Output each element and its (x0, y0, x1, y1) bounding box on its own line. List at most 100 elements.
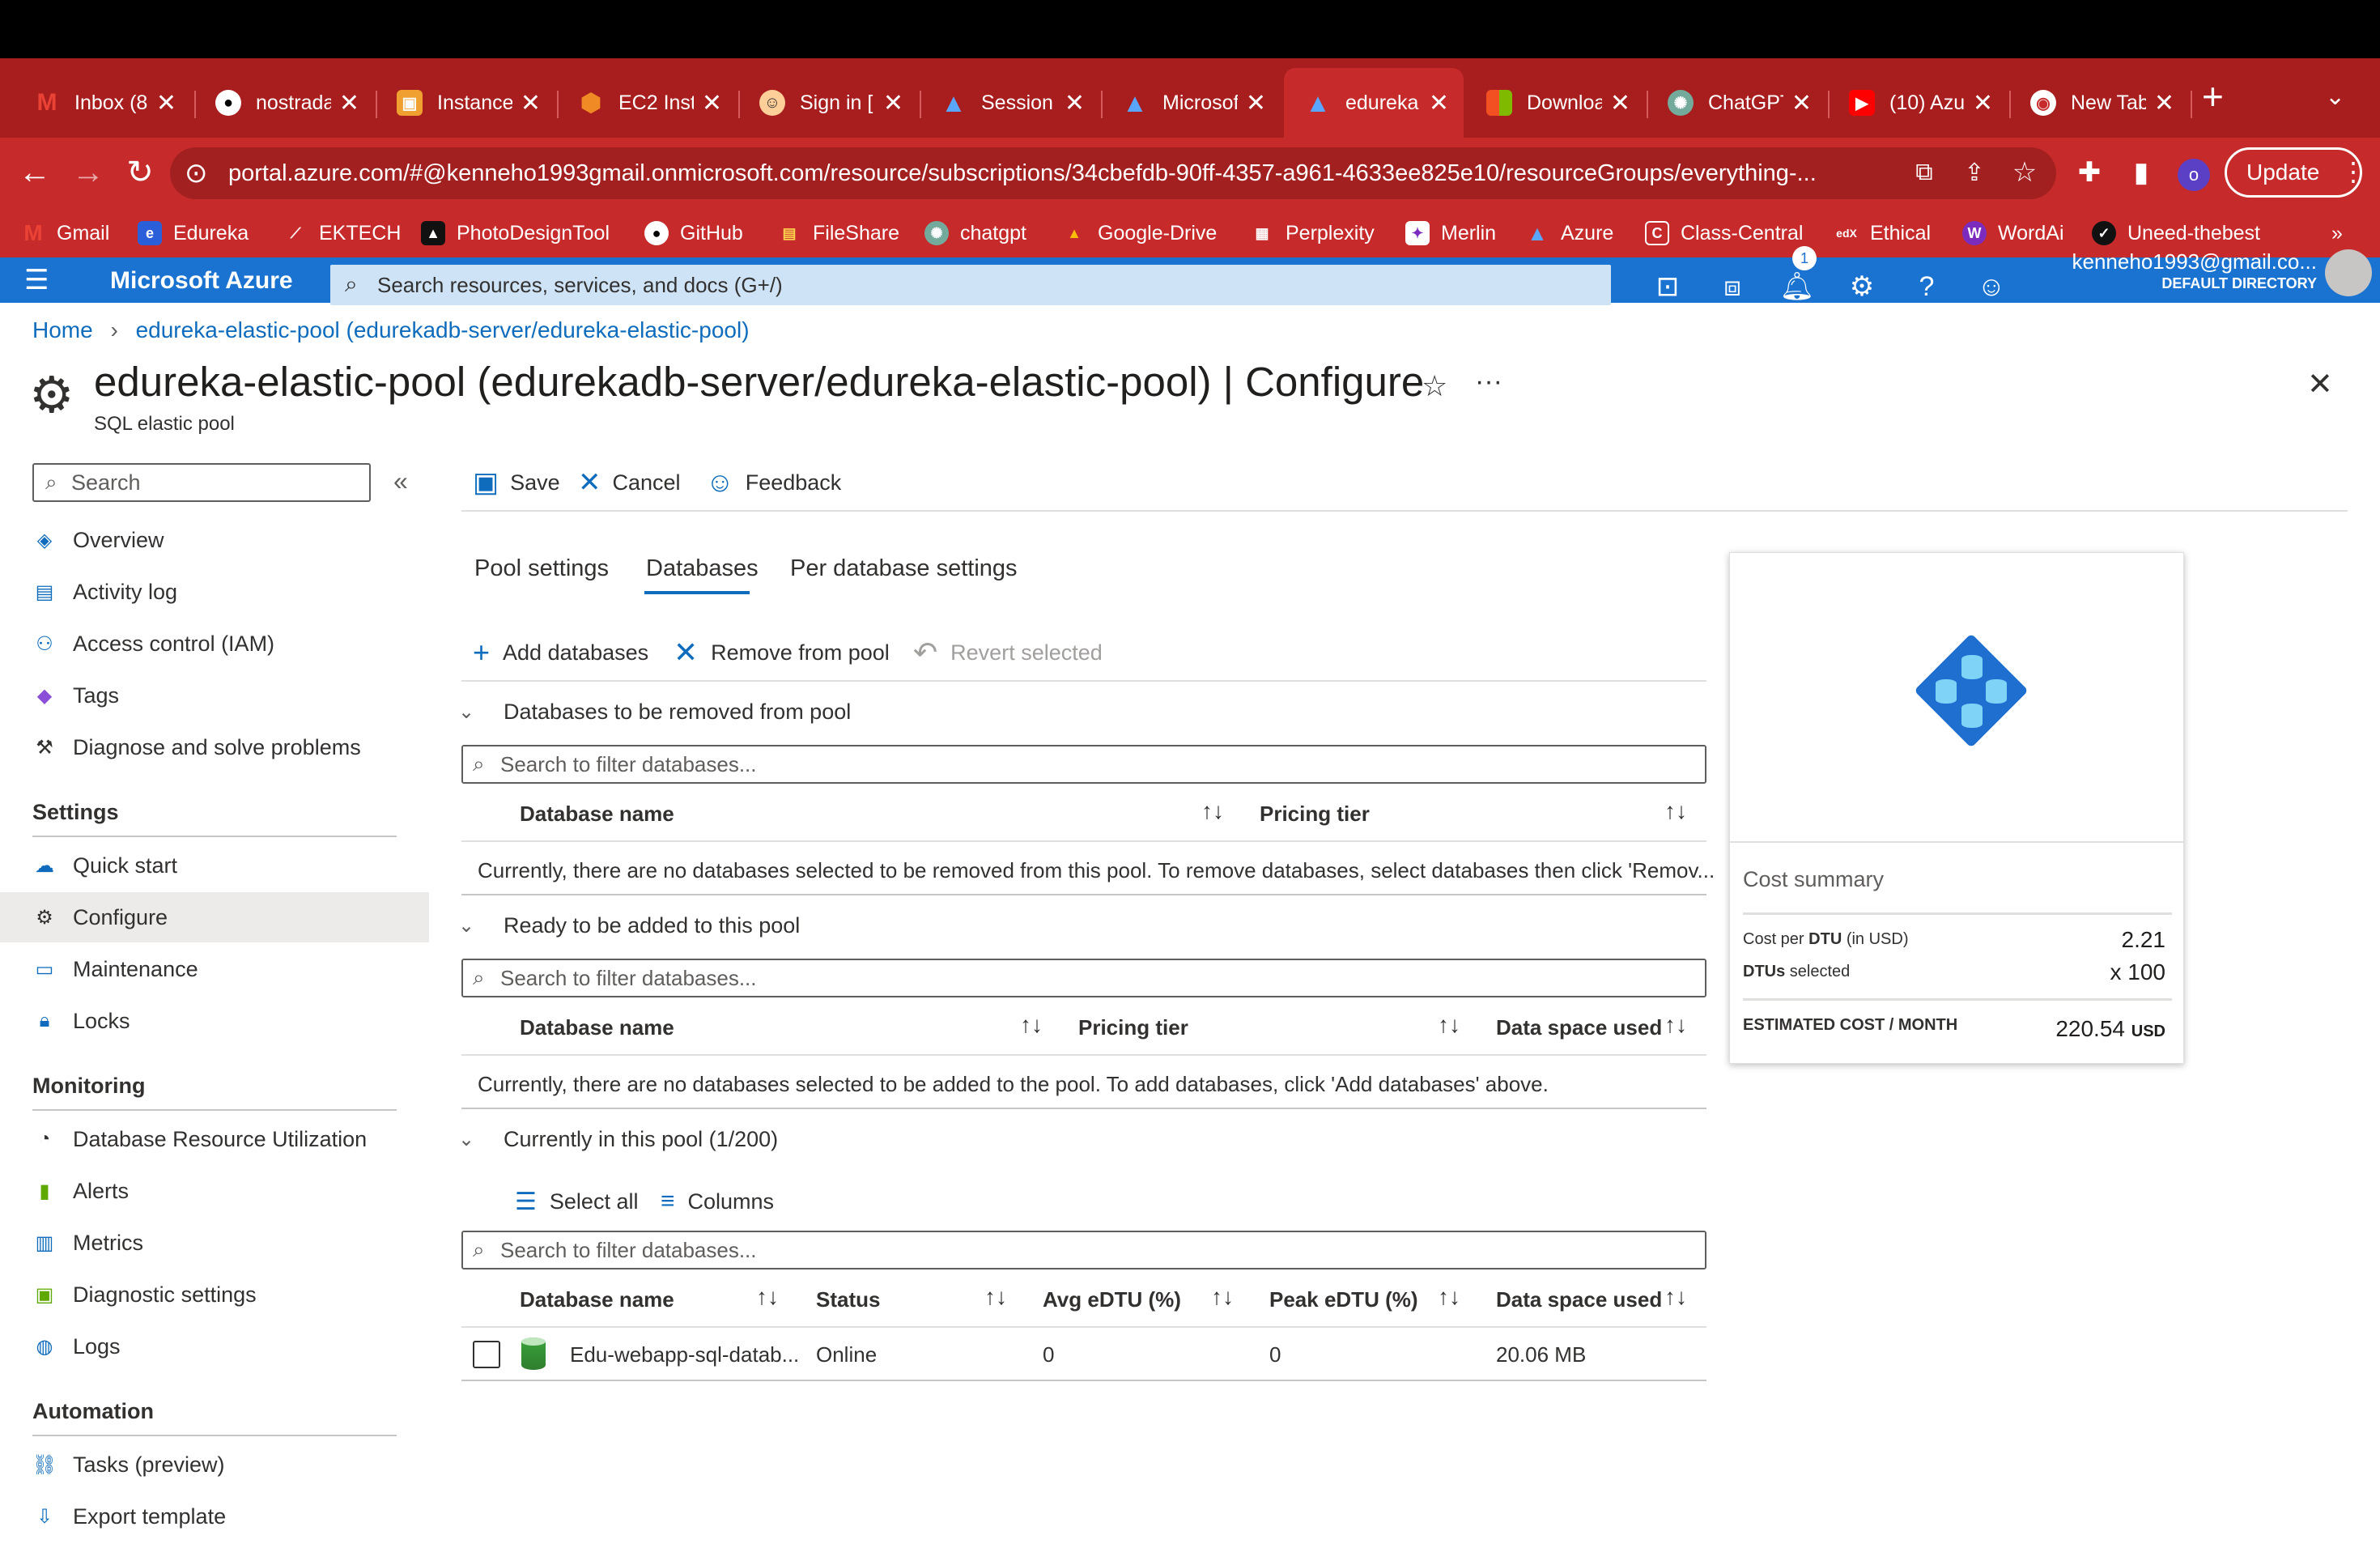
favorite-star-icon[interactable]: ☆ (1422, 369, 1447, 403)
close-tab-icon[interactable]: ✕ (1973, 89, 1993, 117)
close-tab-icon[interactable]: ✕ (1065, 89, 1085, 117)
directory-filter-icon[interactable]: ⧈ (1716, 270, 1749, 303)
column-header-database-name[interactable]: Database name (520, 1287, 674, 1312)
sort-icon[interactable]: ↑↓ (984, 1284, 1007, 1310)
tab-search-chevron-icon[interactable]: ⌄ (2325, 83, 2345, 111)
browser-tab[interactable]: ☺ Sign in [✕ (738, 68, 918, 138)
account-email[interactable]: kenneho1993@gmail.co... (2053, 249, 2317, 274)
bookmark-item[interactable]: W WordAi (1962, 219, 2064, 248)
bookmark-item[interactable]: edX Ethical (1834, 219, 1931, 248)
bookmark-item[interactable]: ✦ Merlin (1405, 219, 1496, 248)
sidebar-search-input[interactable]: ⌕ Search (32, 463, 371, 502)
close-tab-icon[interactable]: ✕ (156, 89, 176, 117)
browser-tab-active[interactable]: ▲ edureka ✕ (1284, 68, 1464, 138)
sort-icon[interactable]: ↑↓ (756, 1284, 779, 1310)
column-header-database-name[interactable]: Database name (520, 802, 674, 827)
tab-databases[interactable]: Databases (646, 555, 759, 582)
browser-tab[interactable]: ▲ Session ✕ (920, 68, 1099, 138)
help-icon[interactable]: ? (1910, 270, 1943, 303)
portal-search-input[interactable]: ⌕ Search resources, services, and docs (… (330, 265, 1611, 305)
save-button[interactable]: ▣ Save (473, 465, 560, 500)
sidebar-item-configure[interactable]: ⚙ Configure (0, 892, 429, 942)
section-current-header[interactable]: ⌄ Currently in this pool (1/200) (458, 1127, 778, 1152)
add-filter-input[interactable]: ⌕ Search to filter databases... (461, 959, 1706, 997)
close-tab-icon[interactable]: ✕ (1610, 89, 1630, 117)
portal-brand[interactable]: Microsoft Azure (110, 267, 293, 295)
more-options-icon[interactable]: ··· (1475, 366, 1502, 398)
sort-icon[interactable]: ↑↓ (1664, 798, 1687, 824)
new-tab-icon[interactable]: + (2202, 74, 2224, 118)
column-header-avg-edtu[interactable]: Avg eDTU (%) (1043, 1287, 1181, 1312)
column-header-data-space-used[interactable]: Data space used (1496, 1015, 1662, 1040)
sidebar-item-logs[interactable]: ◍ Logs (0, 1321, 429, 1372)
tab-per-database-settings[interactable]: Per database settings (790, 555, 1018, 582)
bookmark-item[interactable]: ▲ Azure (1525, 219, 1613, 248)
more-bookmarks-icon[interactable]: » (2331, 219, 2343, 248)
column-header-peak-edtu[interactable]: Peak eDTU (%) (1269, 1287, 1418, 1312)
browser-tab[interactable]: M Inbox (8 ✕ (13, 68, 191, 138)
select-all-button[interactable]: ☰ Select all (515, 1184, 638, 1219)
column-header-data-space-used[interactable]: Data space used (1496, 1287, 1662, 1312)
sort-icon[interactable]: ↑↓ (1664, 1012, 1687, 1038)
settings-gear-icon[interactable]: ⚙ (1846, 270, 1878, 303)
remove-from-pool-button[interactable]: ✕ Remove from pool (674, 635, 890, 670)
sidebar-item-iam[interactable]: ⚇ Access control (IAM) (0, 619, 429, 669)
hamburger-menu-icon[interactable]: ☰ (24, 264, 49, 296)
bookmark-item[interactable]: M Gmail (21, 219, 109, 248)
close-tab-icon[interactable]: ✕ (1429, 89, 1449, 117)
bookmark-item[interactable]: ▲ Google-Drive (1062, 219, 1217, 248)
site-info-icon[interactable]: ⊙ (185, 157, 208, 189)
bookmark-item[interactable]: C Class-Central (1645, 219, 1803, 248)
browser-tab[interactable]: ▣ Instance ✕ (376, 68, 555, 138)
sidebar-item-diagnose[interactable]: ⚒ Diagnose and solve problems (0, 722, 429, 772)
tab-pool-settings[interactable]: Pool settings (474, 555, 609, 582)
sidebar-item-db-utilization[interactable]: ◔ Database Resource Utilization (0, 1114, 429, 1164)
browser-tab[interactable]: ▲ Microsof ✕ (1101, 68, 1281, 138)
sort-icon[interactable]: ↑↓ (1438, 1012, 1460, 1038)
open-in-app-icon[interactable]: ⧉ (1904, 152, 1944, 193)
forward-arrow-icon[interactable]: → (68, 152, 108, 193)
browser-tab[interactable]: ⬢ EC2 Inst ✕ (557, 68, 737, 138)
bookmark-item[interactable]: ✺ chatgpt (924, 219, 1026, 248)
column-header-pricing-tier[interactable]: Pricing tier (1078, 1015, 1188, 1040)
update-button[interactable]: Update ⋮ (2225, 147, 2366, 198)
browser-tab[interactable]: ● nostrada ✕ (194, 68, 374, 138)
close-tab-icon[interactable]: ✕ (1246, 89, 1266, 117)
sidebar-item-overview[interactable]: ◈ Overview (0, 515, 429, 565)
sort-icon[interactable]: ↑↓ (1438, 1284, 1460, 1310)
side-panel-icon[interactable]: ▮ (2121, 152, 2161, 193)
sort-icon[interactable]: ↑↓ (1664, 1284, 1687, 1310)
column-header-database-name[interactable]: Database name (520, 1015, 674, 1040)
add-databases-button[interactable]: + Add databases (473, 635, 648, 670)
bookmark-item[interactable]: ⟋ EKTECH (283, 219, 402, 248)
feedback-button[interactable]: ☺ Feedback (706, 465, 841, 500)
bookmark-star-icon[interactable]: ☆ (2004, 152, 2045, 193)
profile-avatar[interactable]: o (2178, 159, 2210, 191)
bookmark-item[interactable]: ▲ PhotoDesignTool (421, 219, 610, 248)
bookmark-item[interactable]: e Edureka (138, 219, 249, 248)
breadcrumb-home[interactable]: Home (32, 317, 93, 342)
sidebar-item-locks[interactable]: 🔒︎ Locks (0, 996, 429, 1046)
current-filter-input[interactable]: ⌕ Search to filter databases... (461, 1231, 1706, 1269)
columns-button[interactable]: ≡ Columns (661, 1184, 774, 1219)
extensions-icon[interactable]: ✚ (2069, 152, 2110, 193)
sidebar-item-metrics[interactable]: ▥ Metrics (0, 1218, 429, 1268)
close-tab-icon[interactable]: ✕ (521, 89, 541, 117)
bookmark-item[interactable]: ▦ Perplexity (1250, 219, 1374, 248)
cloud-shell-icon[interactable]: ⊡ (1651, 270, 1684, 303)
row-checkbox[interactable] (473, 1341, 500, 1368)
column-header-pricing-tier[interactable]: Pricing tier (1260, 802, 1370, 827)
close-tab-icon[interactable]: ✕ (2154, 89, 2174, 117)
feedback-icon[interactable]: ☺ (1975, 270, 2008, 303)
sidebar-item-tasks[interactable]: ⛓ Tasks (preview) (0, 1440, 429, 1490)
bookmark-item[interactable]: ✓ Uneed-thebest (2092, 219, 2260, 248)
section-remove-header[interactable]: ⌄ Databases to be removed from pool (458, 700, 851, 725)
close-tab-icon[interactable]: ✕ (339, 89, 359, 117)
bookmark-item[interactable]: ▤ FileShare (777, 219, 899, 248)
section-add-header[interactable]: ⌄ Ready to be added to this pool (458, 913, 800, 938)
sidebar-item-diagnostic-settings[interactable]: ▣ Diagnostic settings (0, 1269, 429, 1320)
close-blade-icon[interactable]: ✕ (2307, 366, 2333, 402)
close-tab-icon[interactable]: ✕ (702, 89, 722, 117)
sidebar-item-export-template[interactable]: ⇩ Export template (0, 1491, 429, 1542)
remove-filter-input[interactable]: ⌕ Search to filter databases... (461, 745, 1706, 784)
